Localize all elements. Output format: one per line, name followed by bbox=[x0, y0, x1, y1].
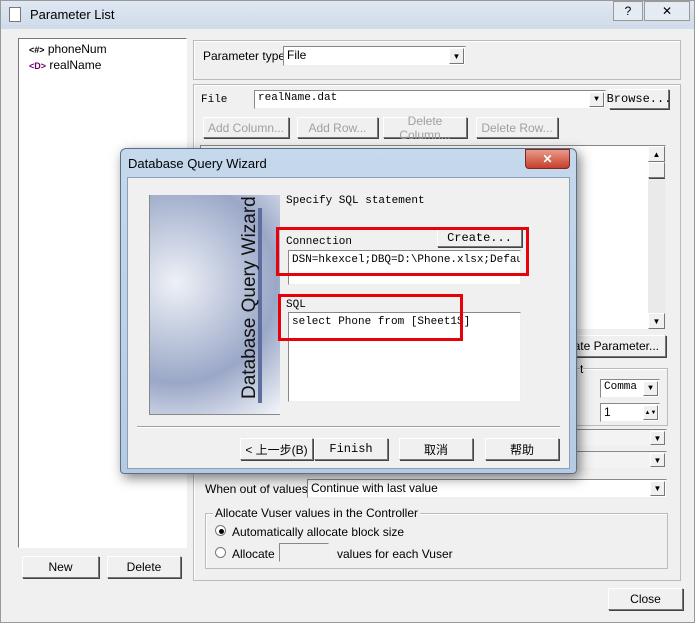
title-bar: Parameter List ? ✕ bbox=[1, 1, 694, 29]
param-type-select[interactable]: File ▼ bbox=[283, 46, 466, 66]
grid-scrollbar[interactable]: ▲ ▼ bbox=[648, 146, 665, 329]
wizard-banner: Database Query Wizard bbox=[149, 195, 280, 415]
connection-highlight bbox=[276, 227, 529, 276]
scroll-down-icon[interactable]: ▼ bbox=[648, 313, 665, 329]
out-of-values-select[interactable]: Continue with last value ▼ bbox=[307, 479, 667, 498]
spinner-arrows-icon[interactable]: ▲▼ bbox=[643, 405, 658, 420]
manual-allocate-suffix: values for each Vuser bbox=[337, 547, 453, 561]
auto-allocate-radio[interactable] bbox=[215, 525, 226, 536]
delimiter-select[interactable]: Comma ▼ bbox=[600, 379, 660, 398]
chevron-down-icon: ▼ bbox=[449, 48, 464, 64]
finish-button[interactable]: Finish bbox=[314, 438, 388, 460]
back-button[interactable]: < 上一步(B) bbox=[240, 438, 313, 460]
tree-item-phonenum[interactable]: <#> phoneNum bbox=[29, 42, 107, 56]
wizard-title: Database Query Wizard bbox=[128, 156, 267, 171]
file-param-icon: <D> bbox=[29, 61, 47, 71]
tree-item-realname[interactable]: <D> realName bbox=[29, 58, 101, 72]
banner-text: Database Query Wizard bbox=[239, 196, 260, 399]
wizard-heading: Specify SQL statement bbox=[286, 195, 425, 207]
app-icon bbox=[9, 7, 21, 22]
chevron-down-icon: ▼ bbox=[650, 481, 665, 496]
delete-button[interactable]: Delete bbox=[107, 556, 181, 578]
wizard-help-button[interactable]: 帮助 bbox=[485, 438, 559, 460]
delete-row-button[interactable]: Delete Row... bbox=[476, 117, 558, 138]
out-of-values-label: When out of values: bbox=[205, 482, 312, 496]
param-type-value: File bbox=[287, 48, 307, 62]
wizard-close-button[interactable]: ✕ bbox=[525, 149, 570, 169]
allocate-group-title: Allocate Vuser values in the Controller bbox=[213, 506, 420, 520]
chevron-down-icon: ▼ bbox=[589, 92, 604, 107]
delete-column-button[interactable]: Delete Column... bbox=[383, 114, 467, 142]
window-title: Parameter List bbox=[30, 7, 115, 22]
new-button[interactable]: New bbox=[22, 556, 99, 578]
wizard-separator bbox=[137, 426, 560, 428]
number-param-icon: <#> bbox=[29, 45, 45, 55]
out-of-values-value: Continue with last value bbox=[311, 481, 438, 495]
manual-allocate-label: Allocate bbox=[232, 547, 275, 561]
file-label: File bbox=[201, 94, 228, 106]
tree-item-label: phoneNum bbox=[47, 42, 107, 56]
help-button[interactable]: ? bbox=[613, 1, 643, 21]
tree-item-label: realName bbox=[49, 58, 102, 72]
group-title: t bbox=[580, 362, 584, 376]
chevron-down-icon: ▼ bbox=[650, 431, 665, 445]
add-row-button[interactable]: Add Row... bbox=[297, 117, 378, 138]
chevron-down-icon: ▼ bbox=[650, 453, 665, 467]
first-line-spinner[interactable]: 1 ▲▼ bbox=[600, 403, 660, 422]
manual-allocate-radio[interactable] bbox=[215, 547, 226, 558]
file-combo[interactable]: realName.dat ▼ bbox=[254, 90, 606, 109]
close-dialog-button[interactable]: Close bbox=[608, 588, 683, 610]
browse-button[interactable]: Browse... bbox=[607, 89, 671, 109]
auto-allocate-label: Automatically allocate block size bbox=[232, 525, 405, 539]
sql-highlight bbox=[278, 294, 463, 341]
scroll-up-icon[interactable]: ▲ bbox=[648, 146, 665, 162]
chevron-down-icon: ▼ bbox=[643, 381, 658, 396]
cancel-button[interactable]: 取消 bbox=[399, 438, 473, 460]
scroll-thumb[interactable] bbox=[648, 162, 665, 178]
delimiter-value: Comma bbox=[604, 381, 638, 393]
add-column-button[interactable]: Add Column... bbox=[203, 117, 289, 138]
close-button[interactable]: ✕ bbox=[644, 1, 690, 21]
allocate-count-input[interactable] bbox=[279, 543, 329, 562]
first-line-value: 1 bbox=[604, 405, 611, 419]
file-value: realName.dat bbox=[258, 92, 338, 104]
param-type-label: Parameter type: bbox=[203, 49, 289, 63]
